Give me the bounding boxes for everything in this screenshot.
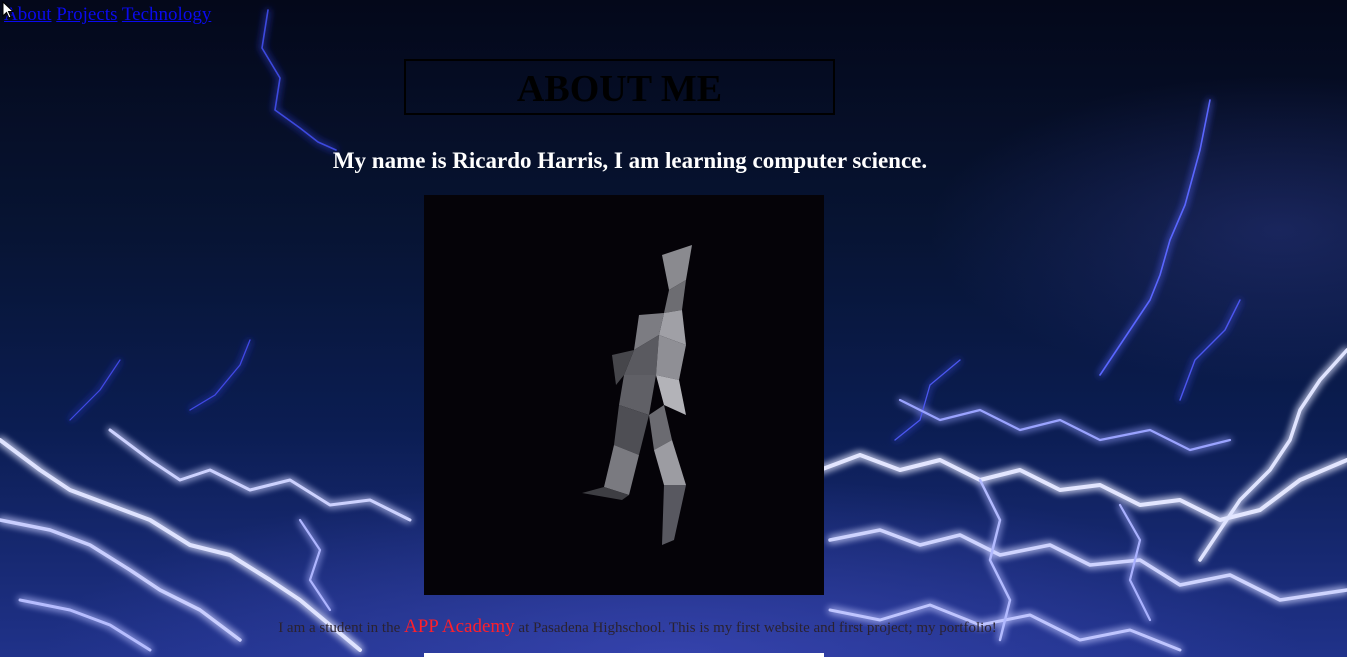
page-title-box: ABOUT ME bbox=[404, 59, 835, 115]
next-image-edge bbox=[424, 653, 824, 657]
caption-after: at Pasadena Highschool. This is my first… bbox=[514, 620, 997, 636]
caption-highlight: APP Academy bbox=[404, 616, 515, 637]
profile-image bbox=[424, 195, 824, 595]
nav-link-technology[interactable]: Technology bbox=[122, 4, 211, 25]
low-poly-figure-icon bbox=[582, 245, 692, 545]
intro-heading: My name is Ricardo Harris, I am learning… bbox=[332, 148, 928, 173]
caption-before: I am a student in the bbox=[278, 620, 404, 636]
page-title: ABOUT ME bbox=[516, 68, 723, 110]
caption-text: I am a student in the APP Academy at Pas… bbox=[0, 616, 1275, 638]
top-nav: About Projects Technology bbox=[4, 4, 211, 26]
nav-link-projects[interactable]: Projects bbox=[56, 4, 117, 25]
mouse-cursor-icon bbox=[2, 1, 14, 19]
